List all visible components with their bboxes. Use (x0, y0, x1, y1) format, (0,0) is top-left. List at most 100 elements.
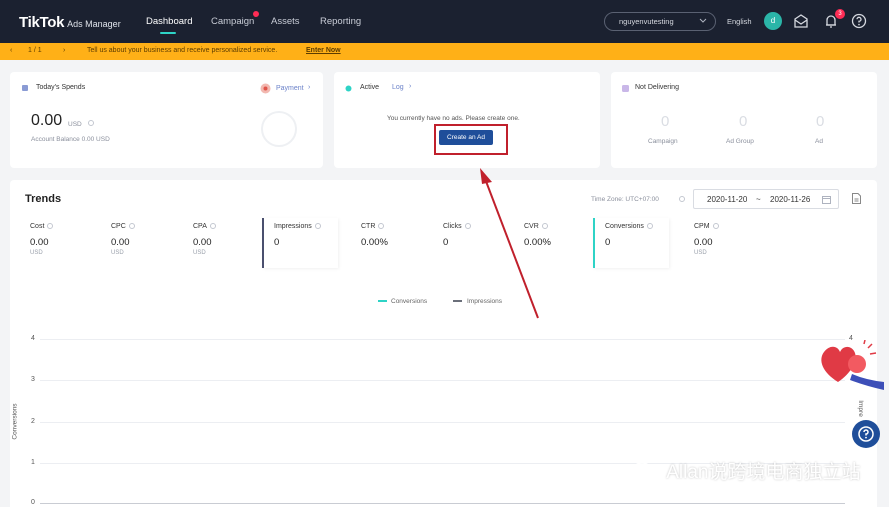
account-selector[interactable]: nguyenvutesting (604, 12, 716, 31)
metric-label: Impressions (274, 223, 312, 230)
metric-label: CTR (361, 223, 376, 230)
inbox-icon[interactable] (793, 13, 809, 29)
metric-unit: USD (111, 250, 124, 256)
gridline (40, 380, 845, 381)
info-icon (646, 223, 653, 230)
metric-cpa[interactable]: CPA 0.00 USD (193, 223, 263, 256)
timezone-label: Time Zone: UTC+07:00 (591, 196, 659, 203)
date-range-picker[interactable]: 2020-11-20 ~ 2020-11-26 (693, 189, 839, 209)
annotation-arrow (480, 168, 539, 319)
banner-pager: 1 / 1 (28, 47, 42, 54)
metric-impressions[interactable]: Impressions 0 (274, 223, 344, 248)
x-axis-line (40, 503, 845, 504)
chevron-down-icon (699, 18, 707, 23)
date-start: 2020-11-20 (707, 195, 748, 204)
metric-value: 0 (274, 237, 280, 248)
ad-group-label: Ad Group (726, 138, 754, 145)
heart-sticker-icon[interactable] (818, 340, 886, 392)
date-end: 2020-11-26 (770, 195, 811, 204)
info-icon (679, 196, 685, 202)
metric-label: Clicks (443, 223, 462, 230)
active-status-icon (345, 85, 352, 92)
wechat-icon (632, 462, 658, 480)
floating-help-button[interactable] (852, 420, 880, 448)
chevron-right-icon[interactable]: › (308, 84, 310, 91)
not-delivering-card: Not Delivering 0 Campaign 0 Ad Group 0 A… (611, 72, 877, 168)
nav-dashboard[interactable]: Dashboard (146, 16, 192, 27)
metric-value: 0.00 (694, 237, 713, 248)
info-icon (314, 223, 321, 230)
info-icon (88, 120, 94, 126)
no-ads-message: You currently have no ads. Please create… (387, 115, 520, 122)
metric-conversions[interactable]: Conversions 0 (605, 223, 675, 248)
nav-campaign[interactable]: Campaign (211, 16, 254, 27)
payment-link[interactable]: Payment (276, 85, 304, 92)
metric-cost[interactable]: Cost 0.00 USD (30, 223, 100, 256)
export-icon[interactable] (852, 193, 861, 204)
metric-label: CPC (111, 223, 126, 230)
log-link[interactable]: Log (392, 84, 404, 91)
tiktok-ads-logo[interactable]: TikTok Ads Manager (19, 14, 121, 31)
y-tick: 1 (31, 459, 35, 466)
help-icon[interactable] (851, 13, 867, 29)
y-axis-label-right: Impre (856, 400, 864, 417)
ad-label: Ad (815, 138, 823, 145)
y-tick: 4 (31, 335, 35, 342)
logo-text: TikTok (19, 14, 65, 31)
metric-cpc[interactable]: CPC 0.00 USD (111, 223, 181, 256)
metric-unit: USD (193, 250, 206, 256)
gridline (40, 339, 845, 340)
calendar-icon (822, 196, 831, 204)
y-tick: 2 (31, 418, 35, 425)
info-icon (712, 223, 719, 230)
spends-title: Today's Spends (36, 84, 86, 91)
metric-label: CPA (193, 223, 207, 230)
active-tab-indicator (160, 32, 176, 34)
info-icon (47, 223, 54, 230)
campaign-label: Campaign (648, 138, 678, 145)
notification-badge: 3 (835, 9, 845, 19)
chevron-right-icon[interactable]: › (63, 47, 65, 54)
language-switch[interactable]: English (727, 17, 752, 26)
metric-label: Cost (30, 223, 45, 230)
date-separator: ~ (756, 195, 761, 204)
watermark-text: Allan说跨境电商独立站 (666, 462, 861, 483)
metric-label: Conversions (605, 223, 644, 230)
banner-link[interactable]: Enter Now (306, 47, 341, 54)
y-axis-label-left: Conversions (11, 403, 19, 440)
payment-icon (260, 83, 271, 94)
metric-value: 0.00 (193, 237, 212, 248)
todays-spends-card: Today's Spends Payment › 0.00 USD Accoun… (10, 72, 323, 168)
create-ad-button[interactable]: Create an Ad (439, 130, 493, 145)
info-icon (128, 223, 135, 230)
legend-swatch-impressions (453, 300, 462, 302)
not-delivering-icon (622, 85, 629, 92)
chevron-right-icon[interactable]: › (409, 83, 411, 90)
active-title: Active (360, 84, 380, 91)
legend-conversions[interactable]: Conversions (391, 298, 427, 305)
metric-value: 0 (605, 237, 611, 248)
spend-currency: USD (68, 121, 82, 128)
metric-label: CPM (694, 223, 710, 230)
nav-reporting[interactable]: Reporting (320, 16, 361, 27)
account-balance: Account Balance 0.00 USD (31, 136, 110, 143)
metric-value: 0.00 (111, 237, 130, 248)
metric-cpm[interactable]: CPM 0.00 USD (694, 223, 764, 256)
chevron-left-icon[interactable]: ‹ (10, 47, 12, 54)
banner-message: Tell us about your business and receive … (87, 47, 278, 54)
nav-assets[interactable]: Assets (271, 16, 300, 27)
legend-swatch-conversions (378, 300, 387, 302)
metric-ctr[interactable]: CTR 0.00% (361, 223, 431, 248)
trends-title: Trends (25, 193, 62, 205)
campaign-count: 0 (661, 113, 670, 130)
top-navigation-bar: TikTok Ads Manager Dashboard Campaign As… (0, 0, 889, 43)
spend-amount: 0.00 (31, 112, 63, 129)
announcement-banner: ‹ 1 / 1 › Tell us about your business an… (0, 43, 889, 60)
avatar[interactable]: d (764, 12, 782, 30)
gridline (40, 422, 845, 423)
not-delivering-title: Not Delivering (635, 84, 679, 91)
campaign-notification-dot (253, 11, 259, 17)
account-name: nguyenvutesting (619, 17, 674, 26)
y-tick: 0 (31, 499, 35, 506)
spends-icon (22, 85, 28, 91)
